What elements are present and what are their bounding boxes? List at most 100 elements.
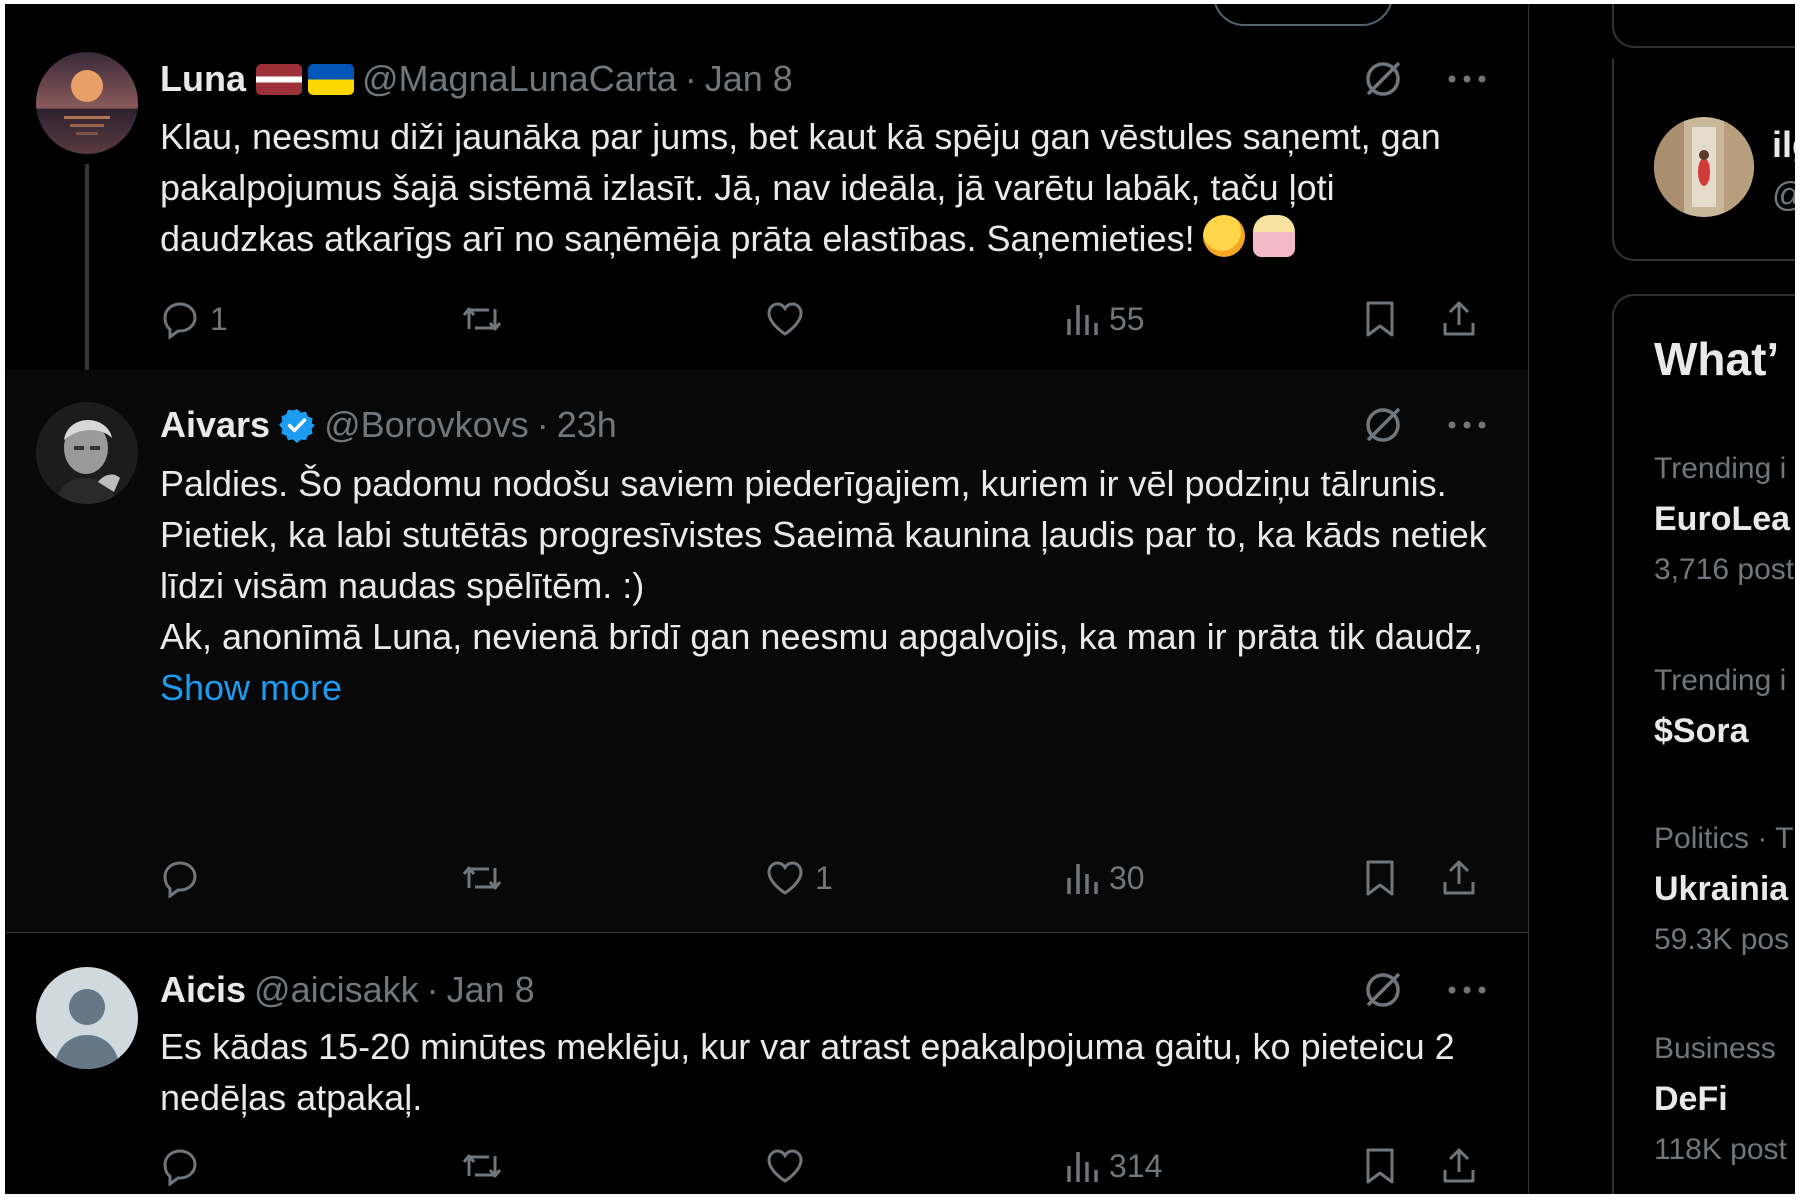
reply-count: 1: [210, 300, 228, 337]
trend-category: Trending i: [1654, 664, 1787, 697]
share-icon: [1443, 1148, 1475, 1183]
author-name[interactable]: Aivars: [160, 404, 270, 446]
tweet[interactable]: Aicis @aicisakk · Jan 8 Es kādas 15-20 m…: [5, 933, 1528, 1194]
trend-category: Politics · T: [1654, 822, 1794, 855]
avatar[interactable]: [36, 52, 138, 154]
reply-icon: [163, 302, 197, 339]
bookmark-button[interactable]: [1363, 1138, 1397, 1194]
trend-post-count: 118K post: [1654, 1133, 1787, 1166]
share-button[interactable]: [1440, 1138, 1478, 1194]
reply-icon: [163, 1149, 197, 1186]
tweet-paragraph: Klau, neesmu diži jaunāka par jums, bet …: [160, 116, 1441, 259]
retweet-icon: [462, 1154, 502, 1178]
reply-button[interactable]: 1: [160, 291, 228, 347]
views-icon: [1067, 1152, 1098, 1182]
tweet-text: Es kādas 15-20 minūtes meklēju, kur var …: [160, 1021, 1490, 1123]
tweet-header-actions: [1358, 54, 1492, 104]
tweet-actions: 314: [160, 1138, 1500, 1194]
avatar[interactable]: [36, 402, 138, 504]
trends-title: What’: [1654, 333, 1780, 385]
retweet-icon: [462, 866, 502, 890]
tweet-time[interactable]: Jan 8: [705, 58, 793, 100]
tweet-time[interactable]: Jan 8: [447, 969, 535, 1011]
bookmark-button[interactable]: [1363, 850, 1397, 906]
latvia-flag-icon: [256, 63, 302, 95]
bookmark-icon: [1366, 860, 1394, 896]
verified-badge-icon[interactable]: [278, 406, 316, 444]
retweet-button[interactable]: [460, 850, 514, 906]
trend-name: $Sora: [1654, 712, 1749, 750]
timeline: Luna @MagnaLunaCarta · Jan 8 Klau, neesm…: [5, 4, 1529, 1194]
tweet-text: Klau, neesmu diži jaunāka par jums, bet …: [160, 111, 1490, 264]
views-button[interactable]: 30: [1065, 850, 1145, 906]
grok-icon[interactable]: [1358, 400, 1408, 450]
share-button[interactable]: [1440, 850, 1478, 906]
retweet-button[interactable]: [460, 1138, 514, 1194]
author-handle[interactable]: @Borovkovs: [324, 404, 529, 446]
tweet-time[interactable]: 23h: [557, 404, 617, 446]
trend-post-count: 3,716 post: [1654, 553, 1795, 586]
trend-item[interactable]: Politics · T Ukrainia 59.3K pos: [1654, 822, 1793, 957]
app-window: Luna @MagnaLunaCarta · Jan 8 Klau, neesm…: [5, 4, 1795, 1194]
trend-post-count: 59.3K pos: [1654, 923, 1790, 956]
grok-icon[interactable]: [1358, 965, 1408, 1015]
ukraine-flag-icon: [308, 63, 354, 95]
tweet-header: Aicis @aicisakk · Jan 8: [160, 968, 535, 1012]
author-handle[interactable]: @MagnaLunaCarta: [362, 58, 677, 100]
face-with-hand-over-mouth-icon: [1202, 215, 1245, 257]
trend-name: DeFi: [1654, 1080, 1728, 1118]
trend-item[interactable]: Trending i EuroLea 3,716 post: [1654, 452, 1794, 587]
show-more-link[interactable]: Show more: [160, 662, 1490, 713]
heart-icon: [767, 1149, 803, 1183]
author-handle[interactable]: @aicisakk: [254, 969, 419, 1011]
grok-icon[interactable]: [1358, 54, 1408, 104]
heart-icon: [767, 861, 803, 895]
separator-dot: ·: [684, 58, 697, 99]
tweet[interactable]: Aivars @Borovkovs · 23h Paldies. Šo pado…: [5, 370, 1528, 933]
views-button[interactable]: 314: [1065, 1138, 1162, 1194]
sidebar-card: [1612, 4, 1795, 48]
tweet-header: Aivars @Borovkovs · 23h: [160, 403, 617, 447]
share-button[interactable]: [1440, 291, 1478, 347]
trend-item[interactable]: Business DeFi 118K post: [1654, 1032, 1787, 1167]
author-name[interactable]: Aicis: [160, 969, 246, 1011]
suggested-user-name[interactable]: ilg: [1772, 124, 1795, 166]
more-icon[interactable]: [1442, 54, 1492, 104]
bookmark-icon: [1366, 301, 1394, 337]
views-count: 314: [1109, 1147, 1163, 1184]
tweet-paragraph: Es kādas 15-20 minūtes meklēju, kur var …: [160, 1026, 1455, 1118]
like-button[interactable]: 1: [765, 850, 833, 906]
reply-button[interactable]: [160, 1138, 210, 1194]
author-name[interactable]: Luna: [160, 58, 246, 100]
suggested-user-handle[interactable]: @: [1772, 176, 1795, 215]
views-icon: [1067, 864, 1098, 894]
share-icon: [1443, 860, 1475, 895]
avatar[interactable]: [1654, 117, 1754, 217]
more-icon[interactable]: [1442, 400, 1492, 450]
separator-dot: ·: [536, 404, 549, 445]
bookmark-icon: [1366, 1148, 1394, 1184]
like-button[interactable]: [765, 1138, 815, 1194]
thread-connector: [85, 164, 89, 394]
views-count: 55: [1109, 300, 1145, 337]
tweet-actions: 1 55: [160, 291, 1500, 347]
trend-item[interactable]: Trending i $Sora: [1654, 664, 1786, 765]
like-button[interactable]: [765, 291, 815, 347]
tweet[interactable]: Luna @MagnaLunaCarta · Jan 8 Klau, neesm…: [5, 4, 1528, 394]
trend-category: Trending i: [1654, 452, 1787, 485]
reply-button[interactable]: [160, 850, 210, 906]
reply-icon: [163, 861, 197, 898]
tweet-header-actions: [1358, 400, 1492, 450]
heart-icon: [767, 302, 803, 336]
retweet-button[interactable]: [460, 291, 514, 347]
tweet-text: Paldies. Šo padomu nodošu saviem piederī…: [160, 458, 1490, 713]
bookmark-button[interactable]: [1363, 291, 1397, 347]
trend-category: Business: [1654, 1032, 1776, 1065]
person-shrugging-icon: [1252, 215, 1295, 257]
right-sidebar: ilg @ What’ Trending i EuroLea 3,716 pos…: [1529, 4, 1795, 1194]
views-button[interactable]: 55: [1065, 291, 1145, 347]
avatar[interactable]: [36, 967, 138, 1069]
more-icon[interactable]: [1442, 965, 1492, 1015]
views-count: 30: [1109, 859, 1145, 896]
tweet-actions: 1 30: [160, 850, 1500, 906]
